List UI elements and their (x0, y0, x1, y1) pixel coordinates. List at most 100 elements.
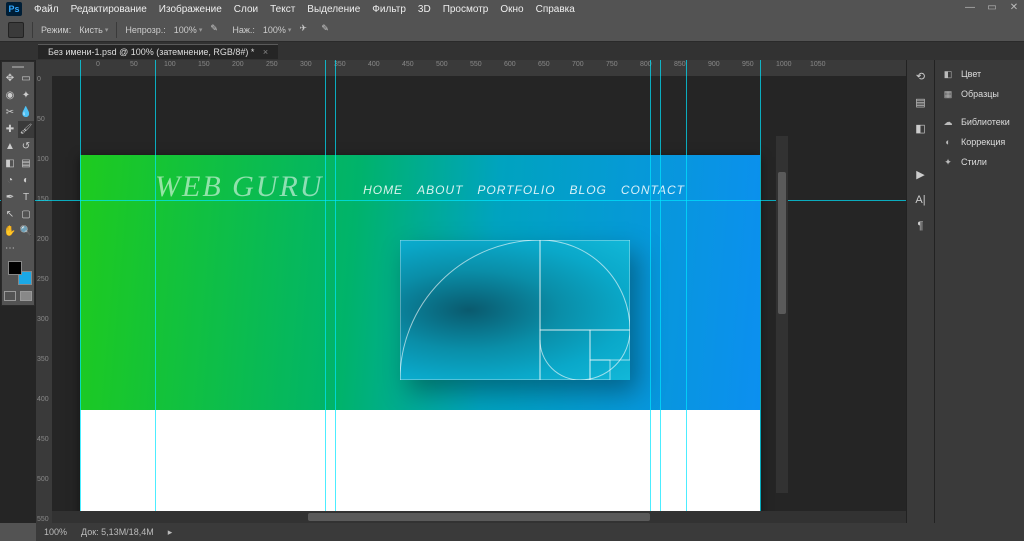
menu-edit[interactable]: Редактирование (71, 4, 147, 15)
options-flow-label: Наж.: (232, 25, 255, 35)
guide-line[interactable] (760, 60, 761, 523)
hand-tool[interactable]: ✋ (2, 223, 18, 240)
path-select-tool[interactable]: ↖ (2, 206, 18, 223)
gradient-tool[interactable]: ▤ (18, 155, 34, 172)
horizontal-scrollbar[interactable] (52, 511, 906, 523)
status-doc-size[interactable]: Док: 5,13M/18,4M (81, 527, 154, 537)
menu-image[interactable]: Изображение (159, 4, 222, 15)
vertical-ruler[interactable]: 050100150200250300350400450500550 (36, 76, 52, 523)
guide-line[interactable] (325, 60, 326, 523)
edit-toolbar[interactable]: ⋯ (2, 240, 18, 257)
status-chevron-icon[interactable]: ▸ (168, 527, 173, 538)
guide-line[interactable] (335, 60, 336, 523)
crop-tool[interactable]: ✂ (2, 104, 18, 121)
options-bar: Режим: Кисть▾ Непрозр.: 100%▾ ✎ Наж.: 10… (0, 18, 1024, 42)
airbrush-icon[interactable]: ✈ (299, 23, 313, 37)
guide-line[interactable] (650, 60, 651, 523)
design-hero: WEB GURU HOME ABOUT PORTFOLIO BLOG CONTA… (80, 155, 760, 410)
menu-bar: Ps Файл Редактирование Изображение Слои … (0, 0, 1024, 18)
design-nav-item: PORTFOLIO (477, 183, 555, 197)
menu-3d[interactable]: 3D (418, 4, 431, 15)
menu-window[interactable]: Окно (500, 4, 523, 15)
history-brush-tool[interactable]: ↺ (18, 138, 34, 155)
horizontal-ruler[interactable]: 0501001502002503003504004505005506006507… (36, 60, 906, 76)
adjustments-icon: ◐ (941, 135, 955, 149)
pen-tool[interactable]: ✒ (2, 189, 18, 206)
tools-panel: ✥▭ ◉✦ ✂💧 ✚🖌 ▲↺ ◧▤ ◔◐ ✒T ↖▢ ✋🔍 ⋯ (1, 61, 35, 306)
design-nav-item: ABOUT (417, 183, 463, 197)
design-nav-item: HOME (363, 183, 403, 197)
options-mode-dropdown[interactable]: Кисть▾ (79, 25, 108, 35)
guide-line[interactable] (155, 60, 156, 523)
move-tool[interactable]: ✥ (2, 70, 18, 87)
canvas-viewport[interactable]: 0501001502002503003504004505005506006507… (0, 60, 906, 523)
app-logo: Ps (6, 2, 22, 16)
document-tab[interactable]: Без имени-1.psd @ 100% (затемнение, RGB/… (38, 44, 278, 59)
blur-tool[interactable]: ◔ (2, 172, 18, 189)
quick-select-tool[interactable]: ✦ (18, 87, 34, 104)
design-nav-item: CONTACT (621, 183, 685, 197)
vertical-scrollbar[interactable] (776, 136, 788, 493)
stamp-tool[interactable]: ▲ (2, 138, 18, 155)
color-icon: ◧ (941, 67, 955, 81)
document-tab-title: Без имени-1.psd @ 100% (затемнение, RGB/… (48, 47, 254, 57)
golden-spiral-icon (400, 240, 630, 380)
shape-tool[interactable]: ▢ (18, 206, 34, 223)
guide-line[interactable] (0, 200, 906, 201)
layers-panel-icon[interactable]: ◧ (913, 120, 929, 136)
history-panel-icon[interactable]: ⟲ (913, 68, 929, 84)
menu-help[interactable]: Справка (536, 4, 575, 15)
guide-line[interactable] (686, 60, 687, 523)
active-tool-icon[interactable] (8, 22, 24, 38)
libraries-icon: ☁ (941, 115, 955, 129)
options-opacity-value[interactable]: 100%▾ (174, 25, 203, 35)
menu-view[interactable]: Просмотр (443, 4, 489, 15)
design-spiral-card (400, 240, 630, 380)
canvas-artboard[interactable]: WEB GURU HOME ABOUT PORTFOLIO BLOG CONTA… (80, 155, 760, 523)
properties-panel-icon[interactable]: ▤ (913, 94, 929, 110)
options-flow-value[interactable]: 100%▾ (263, 25, 292, 35)
actions-panel-icon[interactable]: ▶ (913, 166, 929, 182)
design-brand-text: WEB GURU (155, 170, 323, 204)
type-tool[interactable]: T (18, 189, 34, 206)
color-swatches[interactable] (8, 261, 32, 285)
tab-close-icon[interactable]: × (263, 47, 268, 57)
healing-tool[interactable]: ✚ (2, 121, 18, 138)
zoom-tool[interactable]: 🔍 (18, 223, 34, 240)
pressure-size-icon[interactable]: ✎ (321, 23, 335, 37)
minimize-icon[interactable]: — (964, 2, 976, 13)
lasso-tool[interactable]: ◉ (2, 87, 18, 104)
menu-filter[interactable]: Фильтр (372, 4, 406, 15)
window-controls: — ▭ ✕ (964, 2, 1020, 13)
close-icon[interactable]: ✕ (1008, 2, 1020, 13)
foreground-swatch[interactable] (8, 261, 22, 275)
pressure-opacity-icon[interactable]: ✎ (210, 23, 224, 37)
guide-line[interactable] (660, 60, 661, 523)
menu-layers[interactable]: Слои (234, 4, 258, 15)
quick-mask-toggle[interactable] (2, 289, 34, 303)
character-panel-icon[interactable]: A| (913, 192, 929, 208)
panel-libraries[interactable]: ☁Библиотеки (935, 112, 1024, 132)
eraser-tool[interactable]: ◧ (2, 155, 18, 172)
dodge-tool[interactable]: ◐ (18, 172, 34, 189)
menu-select[interactable]: Выделение (307, 4, 360, 15)
panel-color[interactable]: ◧Цвет (935, 64, 1024, 84)
document-tab-bar: Без имени-1.psd @ 100% (затемнение, RGB/… (0, 42, 1024, 60)
menu-file[interactable]: Файл (34, 4, 59, 15)
menu-text[interactable]: Текст (270, 4, 295, 15)
guide-line[interactable] (80, 60, 81, 523)
maximize-icon[interactable]: ▭ (986, 2, 998, 13)
options-mode-label: Режим: (41, 25, 71, 35)
collapsed-panel-rail: ⟲ ▤ ◧ ▶ A| ¶ (906, 60, 934, 523)
panel-swatches[interactable]: ▦Образцы (935, 84, 1024, 104)
eyedropper-tool[interactable]: 💧 (18, 104, 34, 121)
paragraph-panel-icon[interactable]: ¶ (913, 218, 929, 234)
marquee-tool[interactable]: ▭ (18, 70, 34, 87)
options-opacity-label: Непрозр.: (125, 25, 165, 35)
panel-styles[interactable]: ✦Стили (935, 152, 1024, 172)
brush-tool[interactable]: 🖌 (18, 121, 34, 138)
swatches-icon: ▦ (941, 87, 955, 101)
panel-adjustments[interactable]: ◐Коррекция (935, 132, 1024, 152)
status-zoom[interactable]: 100% (44, 527, 67, 537)
status-bar: 100% Док: 5,13M/18,4M ▸ (36, 523, 1024, 541)
